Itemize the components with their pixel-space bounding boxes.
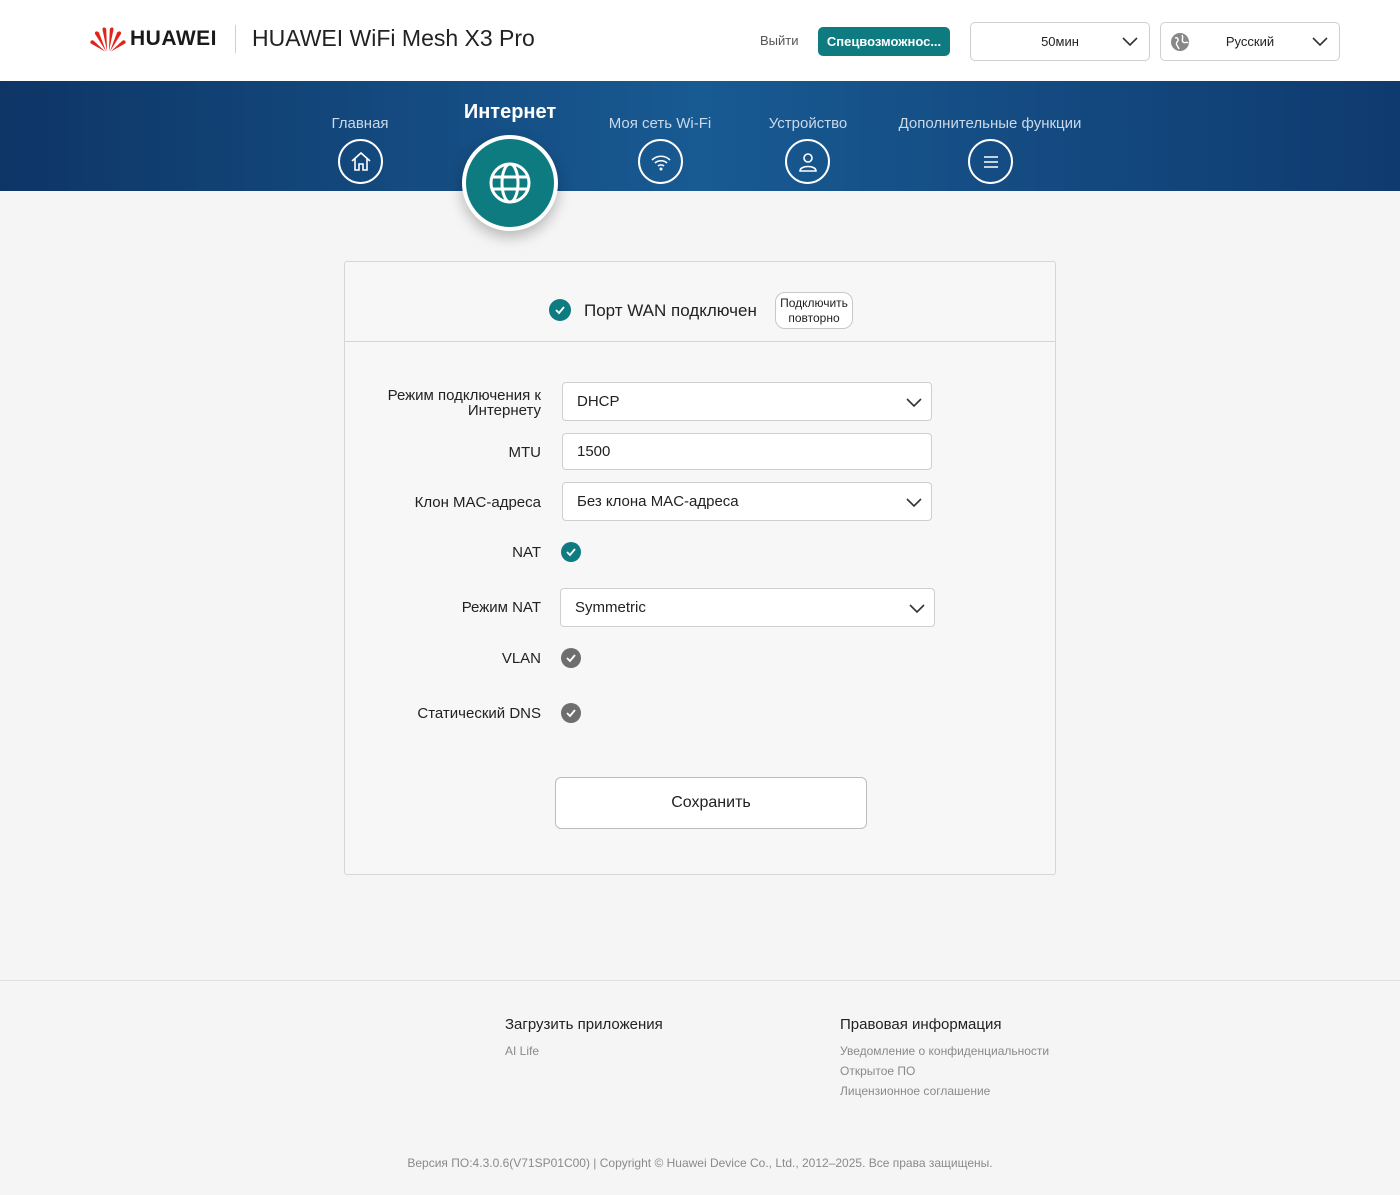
session-timeout-select[interactable]: 50мин bbox=[970, 22, 1150, 61]
vlan-checkbox[interactable] bbox=[561, 648, 581, 668]
check-icon bbox=[566, 709, 576, 718]
huawei-logo: HUAWEI bbox=[90, 24, 217, 54]
open-source-link[interactable]: Открытое ПО bbox=[840, 1061, 1049, 1081]
globe-icon bbox=[489, 162, 531, 204]
huawei-flower-icon bbox=[90, 27, 126, 52]
footer-legal: Правовая информация Уведомление о конфид… bbox=[840, 1016, 1049, 1101]
reconnect-button[interactable]: Подключить повторно bbox=[775, 292, 853, 329]
language-select[interactable]: Русский bbox=[1160, 22, 1340, 61]
check-icon bbox=[566, 548, 576, 557]
chevron-down-icon bbox=[909, 604, 925, 614]
mac-clone-select[interactable]: Без клона MAC-адреса bbox=[562, 482, 932, 521]
vlan-label: VLAN bbox=[501, 650, 541, 667]
wifi-icon bbox=[638, 139, 683, 184]
save-button[interactable]: Сохранить bbox=[555, 777, 867, 829]
copyright-text: Версия ПО:4.3.0.6(V71SP01C00) | Copyrigh… bbox=[407, 1156, 993, 1170]
home-icon bbox=[338, 139, 383, 184]
footer-apps-title: Загрузить приложения bbox=[505, 1016, 663, 1033]
nat-checkbox[interactable] bbox=[561, 542, 581, 562]
chevron-down-icon bbox=[1122, 37, 1138, 47]
check-icon bbox=[566, 654, 576, 663]
nav-device-label: Устройство bbox=[768, 115, 848, 132]
chevron-down-icon bbox=[906, 498, 922, 508]
nav-wifi-label: Моя сеть Wi-Fi bbox=[608, 115, 712, 132]
footer-apps: Загрузить приложения AI Life bbox=[505, 1016, 663, 1061]
nav-internet[interactable] bbox=[462, 135, 558, 231]
nav-home-label: Главная bbox=[331, 115, 389, 132]
mtu-label: MTU bbox=[508, 444, 542, 461]
internet-settings-card: Порт WAN подключен Подключить повторно Р… bbox=[344, 261, 1056, 875]
ai-life-link[interactable]: AI Life bbox=[505, 1041, 663, 1061]
nat-label: NAT bbox=[512, 544, 541, 561]
brand-name: HUAWEI bbox=[130, 27, 217, 50]
nat-mode-value: Symmetric bbox=[575, 599, 646, 616]
footer-legal-title: Правовая информация bbox=[840, 1016, 1002, 1033]
mtu-value: 1500 bbox=[577, 443, 611, 460]
static-dns-checkbox[interactable] bbox=[561, 703, 581, 723]
nav-internet-label: Интернет bbox=[463, 101, 557, 123]
top-bar: HUAWEI HUAWEI WiFi Mesh X3 Pro Выйти Спе… bbox=[0, 0, 1400, 81]
nat-mode-select[interactable]: Symmetric bbox=[560, 588, 935, 627]
privacy-notice-link[interactable]: Уведомление о конфиденциальности bbox=[840, 1041, 1049, 1061]
chevron-down-icon bbox=[1312, 37, 1328, 47]
wan-status-text: Порт WAN подключен bbox=[584, 301, 757, 320]
user-icon bbox=[785, 139, 830, 184]
mac-clone-value: Без клона MAC-адреса bbox=[577, 493, 739, 510]
globe-icon bbox=[1171, 33, 1189, 51]
header-divider bbox=[235, 25, 236, 53]
menu-icon bbox=[968, 139, 1013, 184]
connection-mode-value: DHCP bbox=[577, 393, 620, 410]
footer-divider bbox=[0, 980, 1400, 981]
license-agreement-link[interactable]: Лицензионное соглашение bbox=[840, 1081, 1049, 1101]
mtu-input[interactable]: 1500 bbox=[562, 433, 932, 470]
product-title: HUAWEI WiFi Mesh X3 Pro bbox=[252, 25, 535, 51]
chevron-down-icon bbox=[906, 398, 922, 408]
wan-status-section: Порт WAN подключен Подключить повторно bbox=[345, 262, 1055, 342]
accessibility-button[interactable]: Спецвозможнос... bbox=[818, 27, 950, 56]
nat-mode-label: Режим NAT bbox=[461, 599, 541, 616]
logout-link[interactable]: Выйти bbox=[760, 33, 799, 48]
mac-clone-label: Клон MAC-адреса bbox=[414, 494, 541, 511]
check-circle-icon bbox=[549, 299, 571, 321]
connection-mode-label: Режим подключения к Интернету bbox=[387, 387, 541, 419]
connection-mode-select[interactable]: DHCP bbox=[562, 382, 932, 421]
nav-more-label: Дополнительные функции bbox=[898, 115, 1082, 132]
main-nav: Главная Моя сеть Wi-Fi Устройство Дополн… bbox=[0, 81, 1400, 191]
static-dns-label: Статический DNS bbox=[417, 705, 541, 722]
